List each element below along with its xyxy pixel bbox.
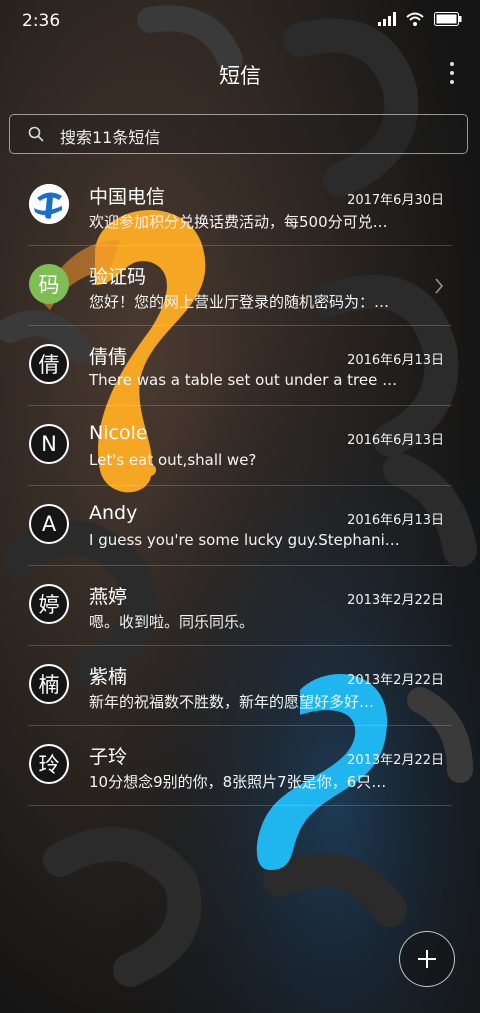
battery-icon [434, 12, 462, 26]
avatar: A [29, 504, 69, 544]
conversation-item[interactable]: N Nicole 2016年6月13日 Let's eat out,shall … [0, 406, 480, 486]
conversation-preview: 您好！您的网上营业厅登录的随机密码为：… [89, 293, 390, 311]
conversation-name: Nicole [89, 422, 148, 444]
more-vertical-icon[interactable] [448, 62, 456, 88]
conversation-date: 2013年2月22日 [347, 673, 444, 688]
conversation-name: 紫楠 [89, 666, 128, 688]
conversation-item[interactable]: 婷 燕婷 2013年2月22日 嗯。收到啦。同乐同乐。 [0, 566, 480, 646]
search-placeholder: 搜索11条短信 [60, 128, 161, 147]
conversation-date: 2013年2月22日 [347, 593, 444, 608]
conversation-preview: I guess you're some lucky guy.Stephani… [89, 531, 400, 549]
title-bar: 短信 [0, 54, 480, 98]
signal-icon [378, 12, 396, 26]
conversation-date: 2016年6月13日 [347, 513, 444, 528]
page-title: 短信 [219, 64, 261, 88]
conversation-name: 倩倩 [89, 346, 128, 368]
conversation-preview: Let's eat out,shall we? [89, 451, 257, 469]
chevron-right-icon [435, 278, 443, 294]
search-icon [28, 126, 44, 142]
conversation-name: 验证码 [89, 266, 147, 288]
search-input[interactable]: 搜索11条短信 [9, 114, 468, 154]
conversation-item[interactable]: 倩 倩倩 2016年6月13日 There was a table set ou… [0, 326, 480, 406]
status-bar: 2:36 [0, 0, 480, 44]
wifi-icon [406, 12, 424, 26]
conversation-item[interactable]: A Andy 2016年6月13日 I guess you're some lu… [0, 486, 480, 566]
conversation-date: 2016年6月13日 [347, 353, 444, 368]
china-telecom-logo-icon [29, 184, 69, 224]
conversation-name: Andy [89, 502, 138, 524]
avatar: N [29, 424, 69, 464]
plus-icon [418, 950, 436, 968]
avatar: 倩 [29, 344, 69, 384]
conversation-preview: 欢迎参加积分兑换话费活动，每500分可兑… [89, 213, 388, 231]
conversation-preview: 嗯。收到啦。同乐同乐。 [89, 613, 255, 631]
conversation-item[interactable]: 玲 子玲 2013年2月22日 10分想念9别的你，8张照片7张是你，6只… [0, 726, 480, 806]
avatar: 婷 [29, 584, 69, 624]
avatar: 码 [29, 264, 69, 304]
conversation-item[interactable]: 码 验证码 您好！您的网上营业厅登录的随机密码为：… [0, 246, 480, 326]
divider [28, 805, 452, 806]
conversation-list: 中国电信 2017年6月30日 欢迎参加积分兑换话费活动，每500分可兑… 码 … [0, 166, 480, 806]
conversation-item[interactable]: 中国电信 2017年6月30日 欢迎参加积分兑换话费活动，每500分可兑… [0, 166, 480, 246]
conversation-date: 2013年2月22日 [347, 753, 444, 768]
conversation-name: 中国电信 [89, 186, 166, 208]
new-message-button[interactable] [399, 931, 455, 987]
conversation-item[interactable]: 楠 紫楠 2013年2月22日 新年的祝福数不胜数，新年的愿望好多好… [0, 646, 480, 726]
conversation-preview: 新年的祝福数不胜数，新年的愿望好多好… [89, 693, 375, 711]
conversation-preview: 10分想念9别的你，8张照片7张是你，6只… [89, 773, 387, 791]
conversation-name: 燕婷 [89, 586, 128, 608]
conversation-preview: There was a table set out under a tree i… [89, 371, 401, 389]
conversation-name: 子玲 [89, 746, 128, 768]
status-time: 2:36 [22, 11, 61, 31]
conversation-date: 2016年6月13日 [347, 433, 444, 448]
conversation-date: 2017年6月30日 [347, 193, 444, 208]
status-icons [378, 12, 462, 26]
avatar: 玲 [29, 744, 69, 784]
avatar: 楠 [29, 664, 69, 704]
